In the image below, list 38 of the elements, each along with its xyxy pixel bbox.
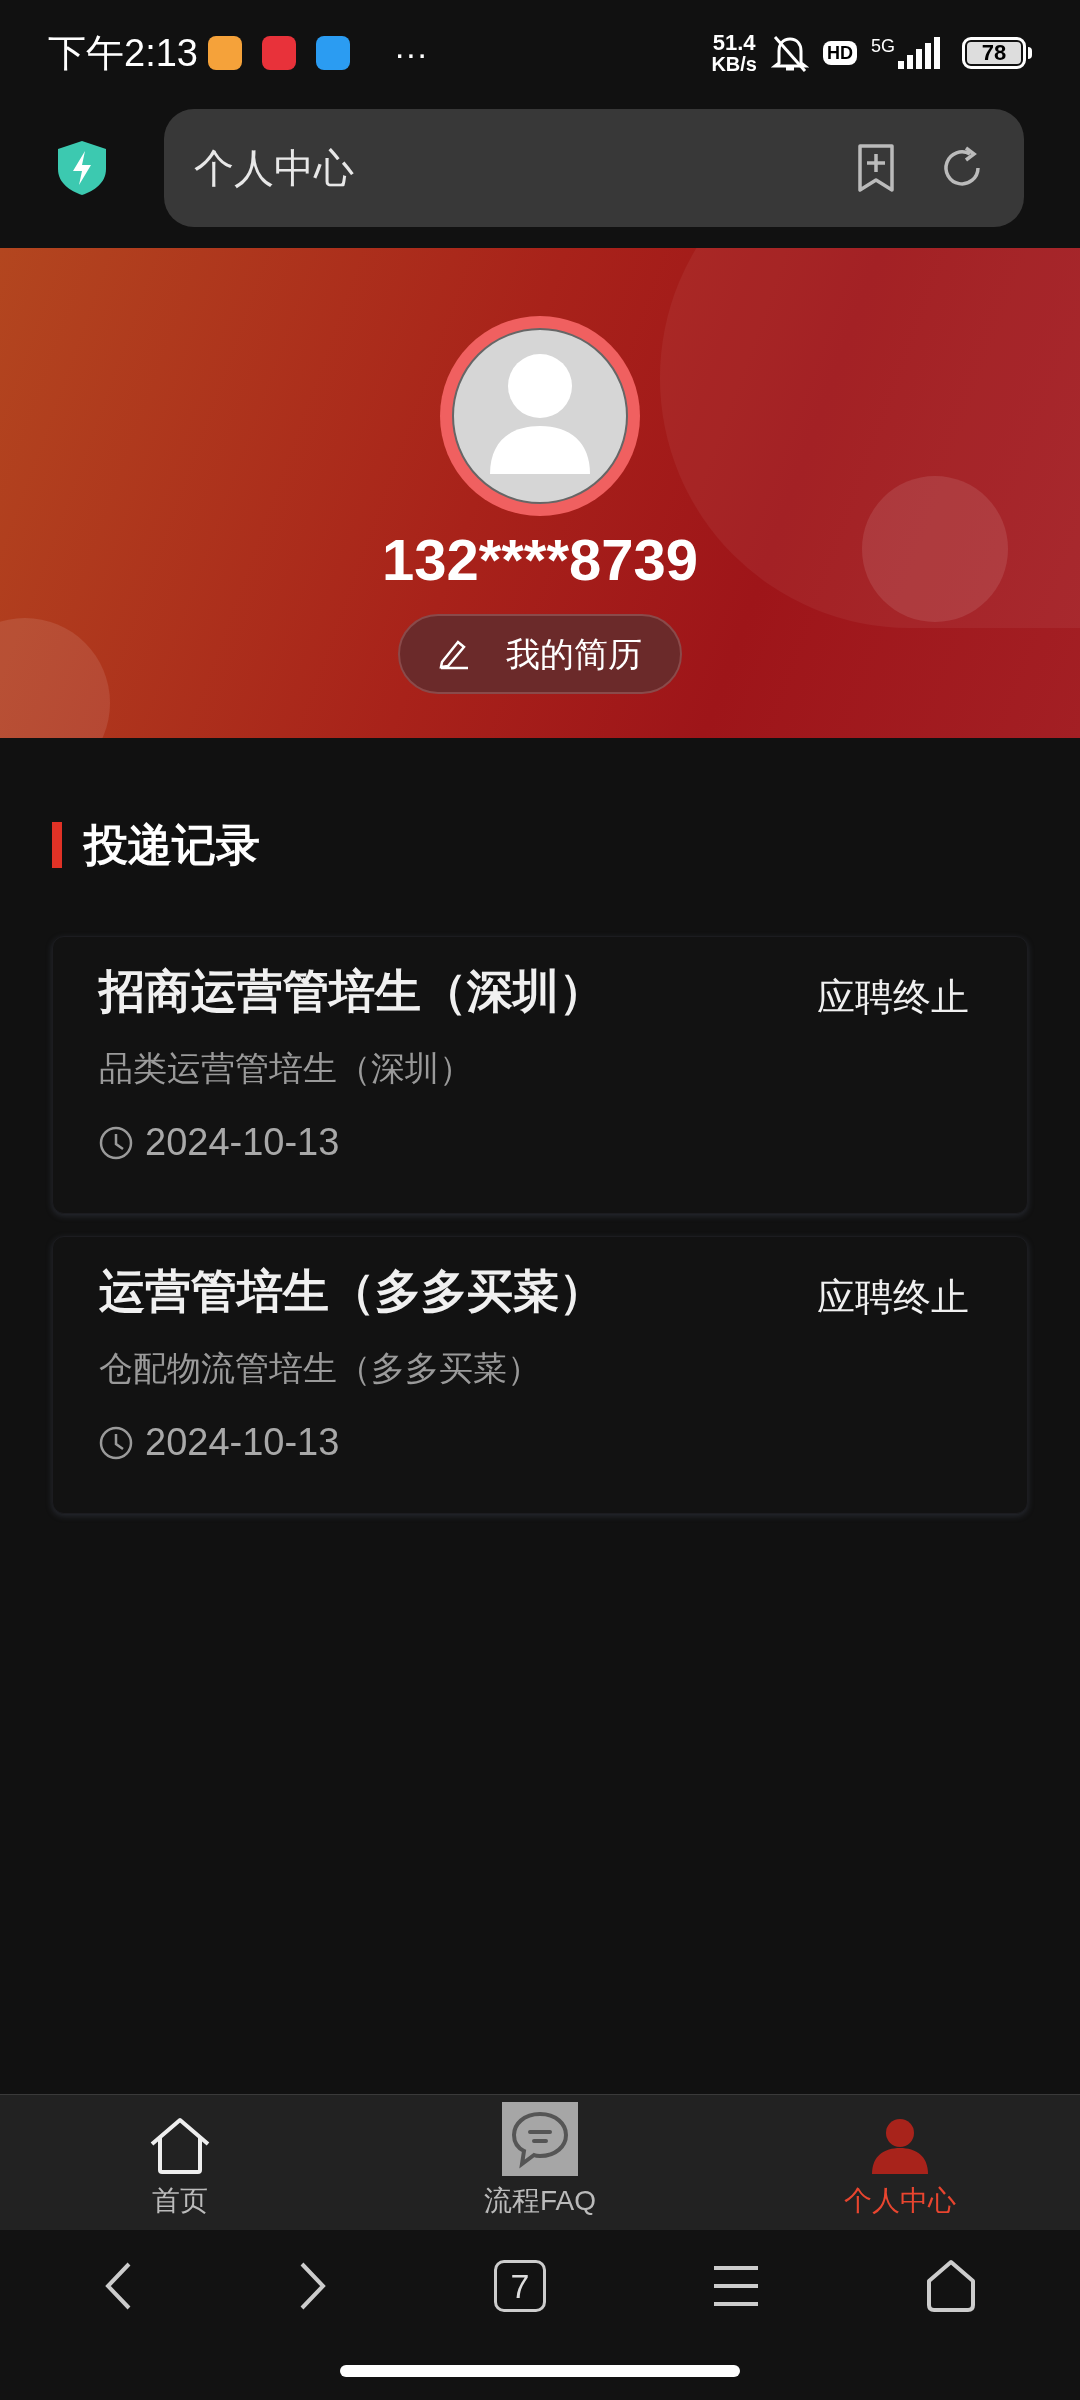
resume-button[interactable]: 我的简历 bbox=[398, 614, 682, 694]
application-date: 2024-10-13 bbox=[145, 1420, 340, 1465]
chat-bubble-icon bbox=[502, 2102, 578, 2176]
phone-number: 132****8739 bbox=[381, 526, 699, 594]
person-icon bbox=[870, 2116, 930, 2176]
tab-bar-item[interactable]: 个人中心 bbox=[720, 2095, 1080, 2230]
menu-icon[interactable] bbox=[711, 2264, 760, 2308]
network-speed: 51.4 bbox=[712, 32, 756, 54]
page-title: 个人中心 bbox=[194, 145, 355, 192]
section-title: 投递记录 bbox=[84, 819, 260, 871]
status-time: 下午2:13 bbox=[48, 30, 198, 76]
shield-icon[interactable] bbox=[56, 139, 108, 197]
speed-unit: KB/s bbox=[711, 54, 757, 74]
home-icon bbox=[148, 2116, 212, 2176]
battery-level: 78 bbox=[967, 42, 1021, 64]
more-dots: ··· bbox=[393, 36, 428, 70]
clock-icon bbox=[99, 1425, 133, 1460]
section-accent-bar bbox=[52, 822, 62, 868]
application-status: 应聘终止 bbox=[817, 975, 969, 1020]
job-title: 招商运营管培生（深圳） bbox=[99, 964, 606, 1019]
application-card[interactable]: 招商运营管培生（深圳） 应聘终止 品类运营管培生（深圳） 2024-10-13 bbox=[52, 936, 1028, 1214]
signal-icon bbox=[898, 37, 940, 69]
home-icon[interactable] bbox=[925, 2259, 978, 2313]
application-card[interactable]: 运营管培生（多多买菜） 应聘终止 仓配物流管培生（多多买菜） 2024-10-13 bbox=[52, 1236, 1028, 1514]
application-status: 应聘终止 bbox=[817, 1275, 969, 1320]
address-bar[interactable]: 个人中心 bbox=[164, 109, 1024, 227]
network-type: 5G bbox=[871, 37, 895, 55]
clock-icon bbox=[99, 1125, 133, 1160]
hd-badge: HD bbox=[823, 41, 857, 65]
job-title: 运营管培生（多多买菜） bbox=[99, 1264, 606, 1319]
application-date: 2024-10-13 bbox=[145, 1120, 340, 1165]
tab-bar-item[interactable]: 首页 bbox=[0, 2095, 360, 2230]
tab-bar-item[interactable]: 流程FAQ bbox=[360, 2095, 720, 2230]
pencil-icon bbox=[438, 638, 470, 670]
position-name: 品类运营管培生（深圳） bbox=[99, 1048, 474, 1089]
position-name: 仓配物流管培生（多多买菜） bbox=[99, 1348, 542, 1389]
muted-bell-icon bbox=[771, 33, 809, 73]
tab-count-button[interactable]: 7 bbox=[494, 2260, 546, 2312]
